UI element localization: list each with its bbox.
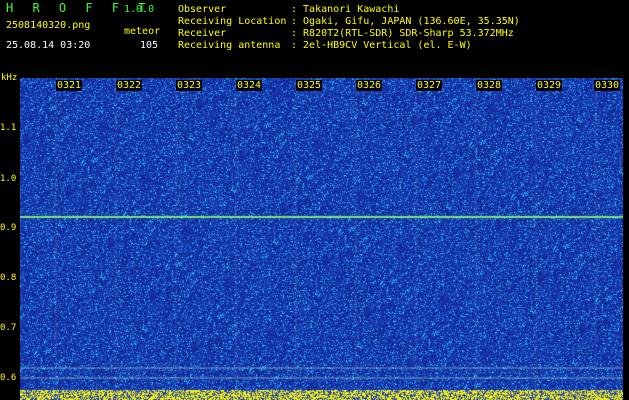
freq-tick-label: 1.0	[0, 174, 17, 184]
time-label: 0329	[536, 80, 563, 91]
event-count: 105	[140, 40, 159, 51]
file-name: 2508140320.png	[6, 20, 91, 31]
header-panel: H R O F F T 1.0.0 2508140320.png meteor …	[0, 0, 629, 78]
freq-tick-label: 0.6	[0, 373, 17, 383]
location-value: : Ogaki, Gifu, JAPAN (136.60E, 35.35N)	[291, 16, 520, 27]
freq-tick-label: 0.9	[0, 223, 17, 233]
date-time: 25.08.14 03:20	[6, 40, 91, 51]
freq-tick-label: 0.7	[0, 323, 17, 333]
waterfall-spectrogram	[20, 78, 623, 400]
time-label: 0323	[176, 80, 203, 91]
time-label: 0321	[56, 80, 83, 91]
receiver-label: Receiver	[178, 28, 227, 39]
observer-value: : Takanori Kawachi	[291, 4, 400, 15]
freq-tick-label: 0.8	[0, 273, 17, 283]
app-version: 1.0.0	[124, 4, 155, 15]
time-label: 0325	[296, 80, 323, 91]
frequency-axis: 1.1 1.0 0.9 0.8 0.7 0.6	[0, 78, 20, 400]
time-label: 0324	[236, 80, 263, 91]
time-label: 0328	[476, 80, 503, 91]
time-label: 0326	[356, 80, 383, 91]
time-label: 0330	[594, 80, 621, 91]
freq-tick-label: 1.1	[0, 123, 17, 133]
time-label: 0327	[416, 80, 443, 91]
location-label: Receiving Location	[178, 16, 287, 27]
receiver-value: : R820T2(RTL-SDR) SDR-Sharp 53.372MHz	[291, 28, 514, 39]
mode-label: meteor	[124, 26, 161, 37]
time-label: 0322	[116, 80, 143, 91]
antenna-value: : 2el-HB9CV Vertical (el. E-W)	[291, 40, 472, 51]
antenna-label: Receiving antenna	[178, 40, 281, 51]
observer-label: Observer	[178, 4, 227, 15]
